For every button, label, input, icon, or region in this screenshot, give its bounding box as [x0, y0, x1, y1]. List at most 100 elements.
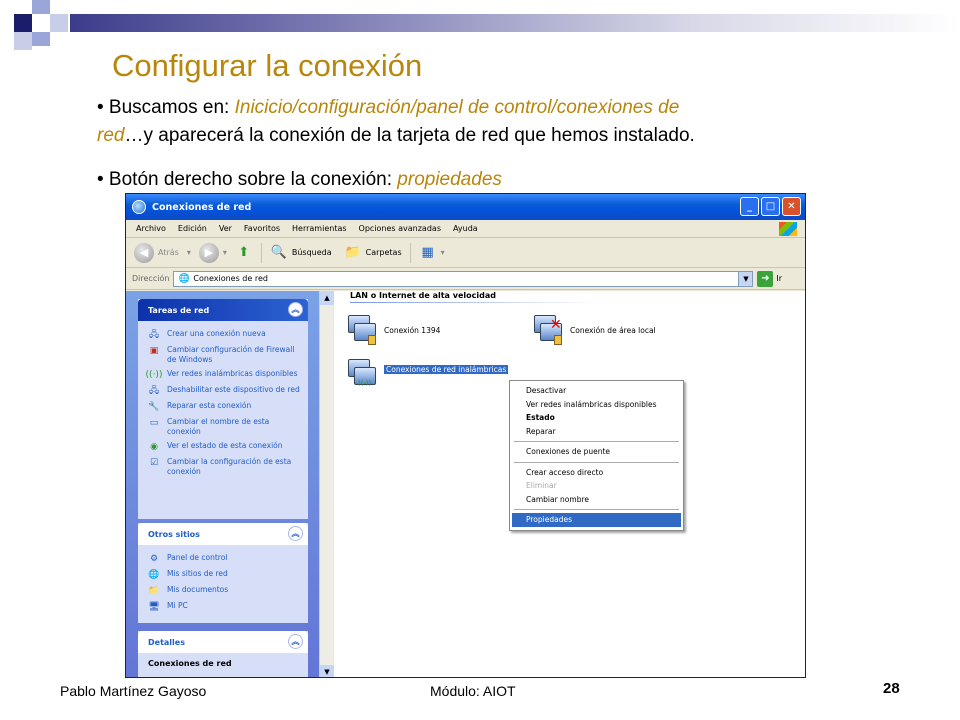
address-value: Conexiones de red — [193, 274, 268, 283]
details-header[interactable]: Detalles ︽ — [138, 631, 308, 653]
task-change-settings[interactable]: ☑ Cambiar la configuración de esta conexi… — [138, 455, 308, 479]
connection-1394[interactable]: Conexión 1394 — [344, 313, 440, 347]
search-icon[interactable]: 🔍 — [270, 244, 288, 262]
scroll-down-icon[interactable]: ▼ — [320, 665, 334, 677]
menu-ver[interactable]: Ver — [213, 224, 238, 233]
ctx-status[interactable]: Estado — [512, 411, 681, 425]
toolbar-separator — [409, 242, 411, 263]
close-button[interactable]: ✕ — [782, 197, 801, 216]
rename-icon: ▭ — [149, 418, 159, 428]
network-tasks-header[interactable]: Tareas de red ︽ — [138, 299, 308, 321]
search-button-label[interactable]: Búsqueda — [292, 248, 332, 257]
task-repair-connection[interactable]: 🔧 Reparar esta conexión — [138, 399, 308, 415]
deco-square-2 — [32, 0, 50, 14]
address-dropdown-icon[interactable]: ▼ — [738, 271, 753, 286]
footer-author: Pablo Martínez Gayoso — [60, 683, 207, 699]
back-button-label[interactable]: Atrás — [158, 248, 179, 257]
minimize-button[interactable]: _ — [740, 197, 759, 216]
task-create-connection[interactable]: 🖧 Crear una conexión nueva — [138, 327, 308, 343]
network-tasks-title: Tareas de red — [148, 305, 210, 315]
bullet-1-path-end: red — [97, 125, 125, 146]
other-places-title: Otros sitios — [148, 529, 200, 539]
ctx-rename[interactable]: Cambiar nombre — [512, 493, 681, 507]
go-arrow-icon[interactable]: ➜ — [757, 270, 774, 287]
repair-wrench-icon: 🔧 — [148, 402, 160, 412]
connection-wireless[interactable]: ((·)) Conexiones de red inalámbricas — [344, 357, 509, 391]
forward-arrow-icon[interactable]: ▶ — [198, 242, 219, 263]
forward-dropdown-icon[interactable]: ▾ — [223, 248, 227, 257]
ctx-repair[interactable]: Reparar — [512, 425, 681, 439]
folders-icon[interactable]: 📁 — [344, 244, 362, 262]
network-connection-disabled-icon: ✕ — [530, 313, 564, 347]
task-wireless-networks[interactable]: ((·)) Ver redes inalámbricas disponibles — [138, 367, 308, 383]
task-label: Reparar esta conexión — [167, 401, 252, 410]
task-pane: Tareas de red ︽ 🖧 Crear una conexión nuev… — [126, 291, 319, 677]
new-connection-icon: 🖧 — [148, 330, 160, 340]
status-icon: ◉ — [150, 442, 158, 452]
my-computer-icon: 🖥 — [148, 602, 160, 612]
back-dropdown-icon[interactable]: ▾ — [187, 248, 191, 257]
views-dropdown-icon[interactable]: ▾ — [441, 248, 445, 257]
menu-bar: Archivo Edición Ver Favoritos Herramient… — [126, 220, 805, 238]
header-gradient-bar — [70, 14, 960, 32]
place-my-computer[interactable]: 🖥 Mi PC — [138, 599, 308, 615]
ctx-delete: Eliminar — [526, 481, 557, 490]
scroll-up-icon[interactable]: ▲ — [320, 291, 334, 305]
context-menu: Desactivar Ver redes inalámbricas dispon… — [509, 380, 684, 531]
settings-checklist-icon: ☑ — [149, 458, 159, 468]
place-label: Mi PC — [167, 601, 188, 610]
menu-archivo[interactable]: Archivo — [130, 224, 172, 233]
firewall-icon: ▣ — [149, 346, 159, 356]
network-connection-icon — [344, 313, 378, 347]
bullet-1-prefix: • Buscamos en: — [97, 97, 235, 118]
connection-local-area[interactable]: ✕ Conexión de área local — [530, 313, 656, 347]
ctx-create-shortcut[interactable]: Crear acceso directo — [512, 466, 681, 480]
views-icon[interactable]: ▦ — [419, 244, 437, 262]
wireless-connection-icon: ((·)) — [344, 357, 378, 391]
ctx-bridge[interactable]: Conexiones de puente — [512, 445, 681, 459]
collapse-chevron-icon[interactable]: ︽ — [288, 526, 303, 541]
connection-label: Conexión de área local — [570, 325, 656, 335]
window-titlebar[interactable]: Conexiones de red _ □ ✕ — [126, 194, 805, 220]
folders-button-label[interactable]: Carpetas — [366, 248, 402, 257]
menu-herramientas[interactable]: Herramientas — [286, 224, 353, 233]
control-panel-icon: ⚙ — [149, 554, 159, 564]
place-label: Mis sitios de red — [167, 569, 228, 578]
task-label: Crear una conexión nueva — [167, 329, 266, 338]
place-control-panel[interactable]: ⚙ Panel de control — [138, 551, 308, 567]
go-button-label[interactable]: Ir — [776, 274, 782, 283]
details-panel: Detalles ︽ Conexiones de red — [138, 631, 308, 677]
toolbar: ◀ Atrás ▾ ▶ ▾ ⬆ 🔍 Búsqueda 📁 Carpetas ▦ … — [126, 238, 805, 268]
ctx-properties[interactable]: Propiedades — [512, 513, 681, 527]
address-input[interactable]: 🌐 Conexiones de red ▼ — [173, 270, 754, 287]
bullet-2-prefix: • Botón derecho sobre la conexión: — [97, 169, 398, 190]
task-label: Cambiar el nombre de esta conexión — [167, 417, 270, 436]
disable-device-icon: 🖧 — [148, 386, 160, 396]
task-firewall[interactable]: ▣ Cambiar configuración de Firewall de Wi… — [138, 343, 308, 367]
details-subtitle: Conexiones de red — [148, 659, 232, 668]
task-rename-connection[interactable]: ▭ Cambiar el nombre de esta conexión — [138, 415, 308, 439]
menu-ayuda[interactable]: Ayuda — [447, 224, 484, 233]
task-disable-device[interactable]: 🖧 Deshabilitar este dispositivo de red — [138, 383, 308, 399]
ctx-view-wireless[interactable]: Ver redes inalámbricas disponibles — [512, 398, 681, 412]
address-label: Dirección — [132, 274, 170, 283]
task-view-status[interactable]: ◉ Ver el estado de esta conexión — [138, 439, 308, 455]
place-my-documents[interactable]: 📁 Mis documentos — [138, 583, 308, 599]
deco-square-3 — [50, 14, 68, 32]
task-pane-scrollbar[interactable]: ▲ ▼ — [319, 291, 334, 677]
ctx-deactivate[interactable]: Desactivar — [512, 384, 681, 398]
up-folder-icon[interactable]: ⬆ — [235, 244, 253, 262]
other-places-header[interactable]: Otros sitios ︽ — [138, 523, 308, 545]
page-number: 28 — [883, 680, 900, 697]
place-network-places[interactable]: 🌐 Mis sitios de red — [138, 567, 308, 583]
back-arrow-icon[interactable]: ◀ — [134, 242, 154, 263]
menu-opciones-avanzadas[interactable]: Opciones avanzadas — [353, 224, 447, 233]
menu-edicion[interactable]: Edición — [172, 224, 213, 233]
menu-favoritos[interactable]: Favoritos — [238, 224, 286, 233]
task-label: Ver el estado de esta conexión — [167, 441, 283, 450]
collapse-chevron-icon[interactable]: ︽ — [288, 302, 303, 317]
connection-label: Conexión 1394 — [384, 325, 441, 335]
collapse-chevron-icon[interactable]: ︽ — [288, 634, 303, 649]
deco-square-4 — [14, 32, 32, 50]
maximize-button[interactable]: □ — [761, 197, 780, 216]
